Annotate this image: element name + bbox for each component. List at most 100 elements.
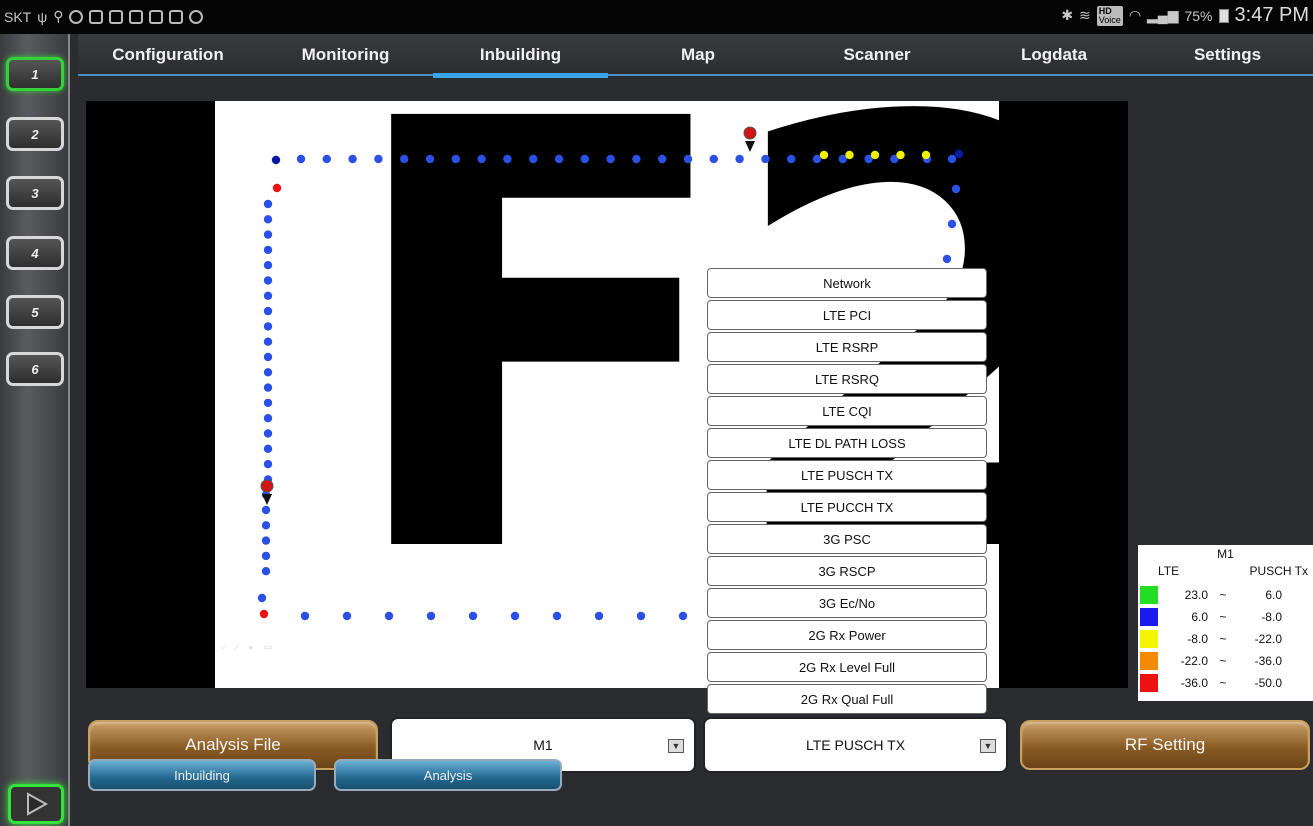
menu-item-lte-dl-path-loss[interactable]: LTE DL PATH LOSS [707, 428, 987, 458]
route-point [261, 567, 271, 576]
legend-to: -8.0 [1261, 610, 1282, 624]
route-point [263, 429, 273, 438]
menu-item-3g-rscp[interactable]: 3G RSCP [707, 556, 987, 586]
legend-to: -36.0 [1254, 654, 1282, 668]
route-point [296, 154, 306, 164]
menu-item-lte-pusch-tx[interactable]: LTE PUSCH TX [707, 460, 987, 490]
battery-icon [1218, 8, 1229, 23]
menu-item-lte-rsrq[interactable]: LTE RSRQ [707, 364, 987, 394]
route-point [709, 154, 718, 164]
legend-from: -36.0 [1180, 676, 1208, 690]
route-point [678, 611, 688, 621]
route-point [263, 230, 273, 239]
legend-from: -8.0 [1187, 632, 1208, 646]
tab-inbuilding[interactable]: Inbuilding [433, 34, 608, 78]
route-point [896, 150, 905, 160]
metric-select[interactable]: LTE PUSCH TX ▼ [703, 717, 1008, 773]
route-point [636, 611, 646, 621]
sidebar-button-5[interactable]: 5 [6, 295, 64, 329]
route-point [529, 154, 538, 164]
wifi-icon: ◠ [1128, 7, 1142, 23]
status-right: ✱ ≋ HD Voice ◠ ▂▄▆ 75% 3:47 PM [1061, 4, 1309, 27]
route-point [425, 154, 435, 164]
analysis-button[interactable]: Analysis [334, 759, 562, 791]
route-point [658, 154, 667, 164]
legend-sep: ~ [1219, 654, 1227, 668]
sidebar: 1 2 3 4 5 6 [0, 34, 70, 826]
menu-item-lte-pucch-tx[interactable]: LTE PUCCH TX [707, 492, 987, 522]
sidebar-button-4[interactable]: 4 [6, 236, 64, 270]
legend-col-2: PUSCH Tx [1249, 564, 1308, 578]
legend-sep: ~ [1219, 588, 1227, 602]
clock: 3:47 PM [1234, 4, 1309, 26]
chevron-down-icon: ▼ [980, 739, 996, 753]
hd-voice-icon: HD Voice [1096, 5, 1123, 26]
metric-select-value: LTE PUSCH TX [805, 737, 906, 753]
menu-item-network[interactable]: Network [707, 268, 987, 298]
route-point [263, 215, 273, 224]
carrier-label: SKT [4, 8, 32, 25]
route-point [632, 154, 641, 164]
route-point [819, 150, 829, 160]
route-point [263, 459, 273, 469]
sidebar-button-3[interactable]: 3 [6, 176, 64, 210]
route-point [263, 383, 273, 392]
legend-sep: ~ [1219, 676, 1227, 690]
tab-configuration[interactable]: Configuration [78, 34, 258, 76]
chevron-down-icon: ▼ [668, 739, 684, 753]
menu-item-lte-rsrp[interactable]: LTE RSRP [707, 332, 987, 362]
legend-header: LTE PUSCH Tx [1158, 564, 1308, 578]
mute-icon: ≋ [1079, 7, 1091, 23]
sidebar-button-1[interactable]: 1 [6, 57, 64, 91]
route-point [348, 154, 357, 164]
sidebar-button-6[interactable]: 6 [6, 352, 64, 386]
menu-item-2g-rx-power[interactable]: 2G Rx Power [707, 620, 987, 650]
sidebar-button-2[interactable]: 2 [6, 117, 64, 151]
legend-to: -50.0 [1254, 676, 1282, 690]
route-point [451, 154, 460, 164]
route-point [272, 183, 282, 193]
route-point [322, 154, 331, 164]
menu-item-3g-psc[interactable]: 3G PSC [707, 524, 987, 554]
tab-logdata[interactable]: Logdata [966, 34, 1142, 76]
signal-icon: ▂▄▆ [1147, 7, 1179, 23]
sync-icon [69, 9, 84, 24]
menu-item-lte-cqi[interactable]: LTE CQI [707, 396, 987, 426]
hashtag-icon [129, 9, 144, 24]
tab-settings[interactable]: Settings [1142, 34, 1313, 76]
usb-icon: ψ [37, 8, 48, 25]
route-point [300, 611, 310, 621]
legend-sep: ~ [1219, 632, 1227, 646]
inbuilding-button[interactable]: Inbuilding [88, 759, 316, 791]
device-select-value: M1 [533, 737, 553, 753]
route-point [510, 611, 520, 621]
legend-row: 6.0 ~ -8.0 [1140, 608, 1311, 626]
rf-setting-button[interactable]: RF Setting [1020, 720, 1310, 770]
tab-monitoring[interactable]: Monitoring [258, 34, 433, 76]
tab-map[interactable]: Map [608, 34, 788, 76]
legend-to: -22.0 [1254, 632, 1282, 646]
tab-scanner[interactable]: Scanner [788, 34, 966, 76]
route-point [263, 352, 273, 362]
route-point [735, 154, 744, 164]
legend-title: M1 [1217, 547, 1234, 561]
route-point [263, 368, 273, 377]
menu-item-lte-pci[interactable]: LTE PCI [707, 300, 987, 330]
route-point [503, 154, 512, 164]
menu-item-2g-rx-level-full[interactable]: 2G Rx Level Full [707, 652, 987, 682]
route-point [263, 398, 273, 408]
toolbar-icons: ▫ ⁄ ▪ ⇨ [221, 642, 278, 654]
legend-to: 6.0 [1265, 588, 1282, 602]
route-point [263, 414, 273, 423]
route-point [477, 154, 486, 164]
route-point [942, 254, 952, 264]
menu-item-2g-rx-qual-full[interactable]: 2G Rx Qual Full [707, 684, 987, 714]
play-button[interactable] [8, 784, 64, 824]
legend-row: -36.0 ~ -50.0 [1140, 674, 1311, 692]
legend-swatch [1140, 630, 1158, 648]
menu-item-3g-ecno[interactable]: 3G Ec/No [707, 588, 987, 618]
legend-sep: ~ [1219, 610, 1227, 624]
voice-label: Voice [1098, 14, 1121, 25]
status-bar: SKT ψ ⚲ ✱ ≋ HD Voice ◠ ▂▄▆ 75% 3:47 PM [0, 0, 1313, 34]
legend-swatch [1140, 652, 1158, 670]
